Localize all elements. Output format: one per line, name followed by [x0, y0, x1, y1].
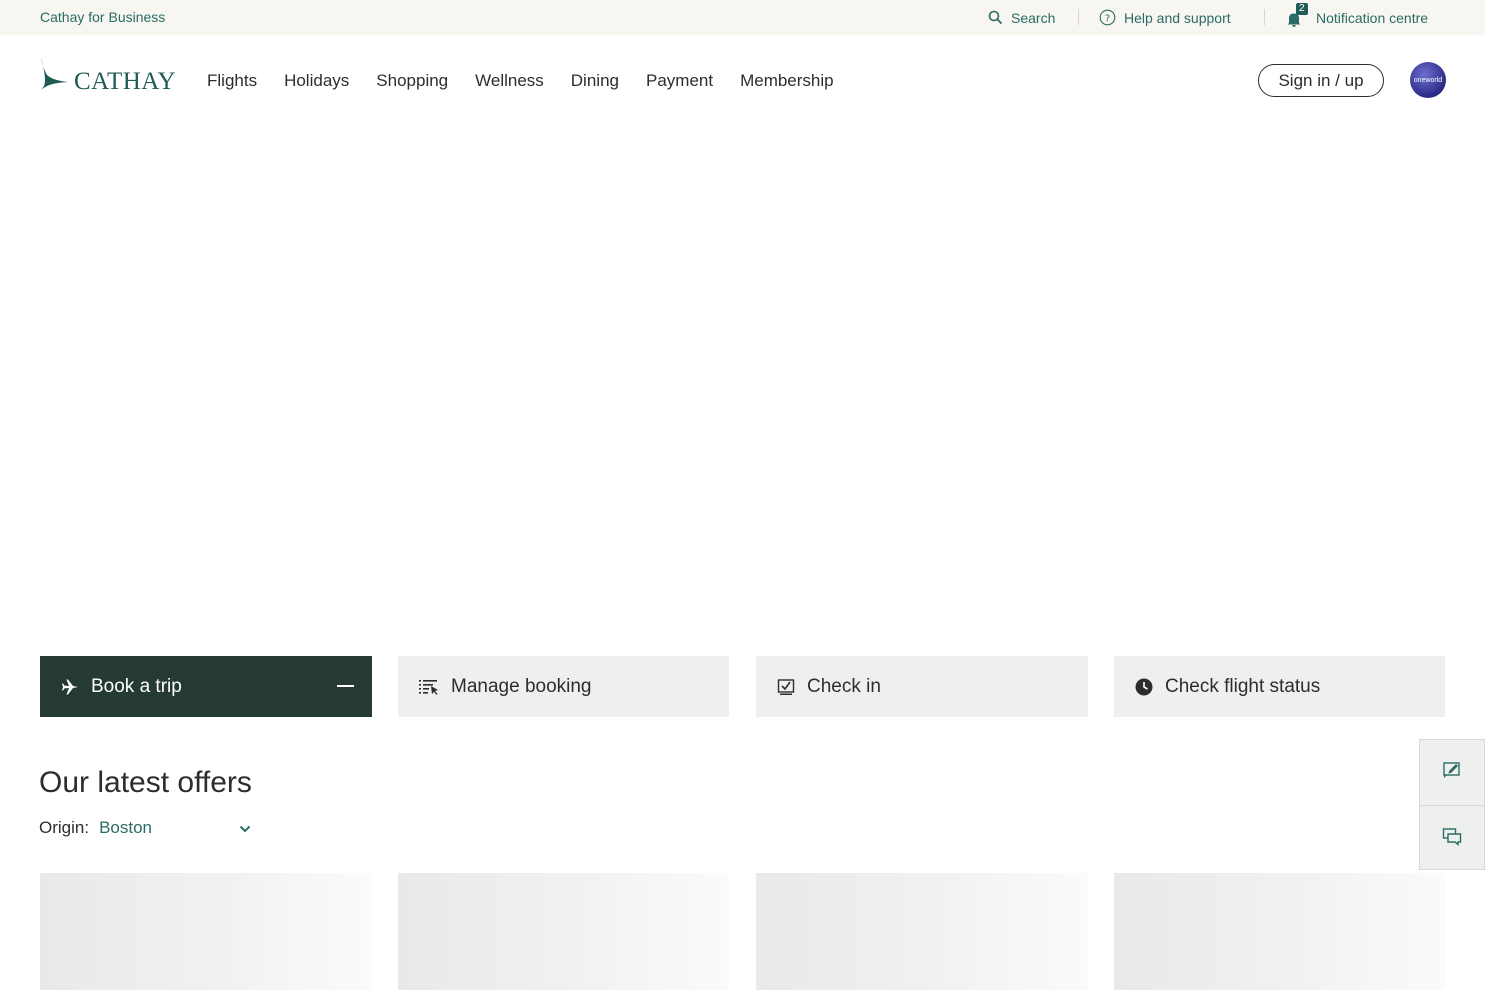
notification-link[interactable]: 2 Notification centre: [1286, 0, 1428, 35]
tab-label: Book a trip: [91, 675, 182, 697]
offer-card-placeholder[interactable]: [40, 873, 372, 990]
menu-item-flights[interactable]: Flights: [207, 71, 257, 91]
tab-label: Manage booking: [451, 675, 592, 697]
menu-item-membership[interactable]: Membership: [740, 71, 834, 91]
side-toolbar: [1419, 739, 1485, 870]
hero-banner: [0, 125, 1485, 655]
tab-label: Check in: [807, 675, 881, 697]
menu-item-wellness[interactable]: Wellness: [475, 71, 544, 91]
notification-label: Notification centre: [1316, 9, 1429, 26]
offer-cards: [0, 873, 1485, 990]
tab-check-in[interactable]: Check in: [756, 656, 1088, 717]
cathay-logo[interactable]: CATHAY: [39, 57, 176, 96]
clock-icon: [1135, 678, 1153, 696]
search-icon: [988, 10, 1003, 25]
primary-menu: Flights Holidays Shopping Wellness Dinin…: [207, 71, 861, 91]
offer-card-placeholder[interactable]: [756, 873, 1088, 990]
help-icon: ?: [1099, 9, 1116, 26]
menu-item-dining[interactable]: Dining: [571, 71, 619, 91]
tab-book-a-trip[interactable]: Book a trip: [40, 656, 372, 717]
origin-dropdown[interactable]: Boston: [99, 818, 239, 838]
menu-item-payment[interactable]: Payment: [646, 71, 713, 91]
booking-tabs: Book a trip Manage booking Check in Chec…: [0, 656, 1485, 717]
origin-label: Origin:: [39, 818, 90, 837]
bell-icon: 2: [1286, 2, 1308, 27]
offer-card-placeholder[interactable]: [398, 873, 729, 990]
chat-button[interactable]: [1420, 805, 1484, 870]
brushwing-icon: [39, 57, 69, 96]
plane-icon: [61, 678, 79, 696]
feedback-icon: [1442, 760, 1462, 785]
search-label: Search: [1011, 9, 1056, 26]
cathay-for-business-link[interactable]: Cathay for Business: [40, 9, 165, 25]
sign-in-button[interactable]: Sign in / up: [1258, 64, 1384, 97]
search-link[interactable]: Search: [988, 0, 1055, 35]
tab-label: Check flight status: [1165, 675, 1321, 697]
feedback-button[interactable]: [1420, 740, 1484, 805]
collapse-icon[interactable]: [337, 685, 354, 687]
menu-item-shopping[interactable]: Shopping: [376, 71, 448, 91]
tab-manage-booking[interactable]: Manage booking: [398, 656, 729, 717]
svg-text:?: ?: [1105, 13, 1110, 24]
divider: [1264, 9, 1265, 25]
main-navigation: CATHAY Flights Holidays Shopping Wellnes…: [0, 35, 1485, 125]
help-label: Help and support: [1124, 9, 1231, 26]
offer-card-placeholder[interactable]: [1114, 873, 1445, 990]
offers-title: Our latest offers: [39, 766, 252, 799]
notification-count-badge: 2: [1296, 2, 1308, 15]
oneworld-logo[interactable]: oneworld: [1410, 62, 1446, 98]
help-link[interactable]: ? Help and support: [1099, 0, 1231, 35]
list-icon: [419, 679, 439, 695]
origin-selector: Origin: Boston: [39, 818, 251, 838]
logo-wordmark: CATHAY: [74, 68, 177, 95]
chat-icon: [1442, 826, 1462, 851]
tab-check-flight-status[interactable]: Check flight status: [1114, 656, 1445, 717]
menu-item-holidays[interactable]: Holidays: [284, 71, 349, 91]
chevron-down-icon[interactable]: [239, 818, 251, 838]
check-in-icon: [777, 678, 795, 696]
utility-bar: Cathay for Business Search ? Help and su…: [0, 0, 1485, 35]
divider: [1078, 9, 1079, 25]
